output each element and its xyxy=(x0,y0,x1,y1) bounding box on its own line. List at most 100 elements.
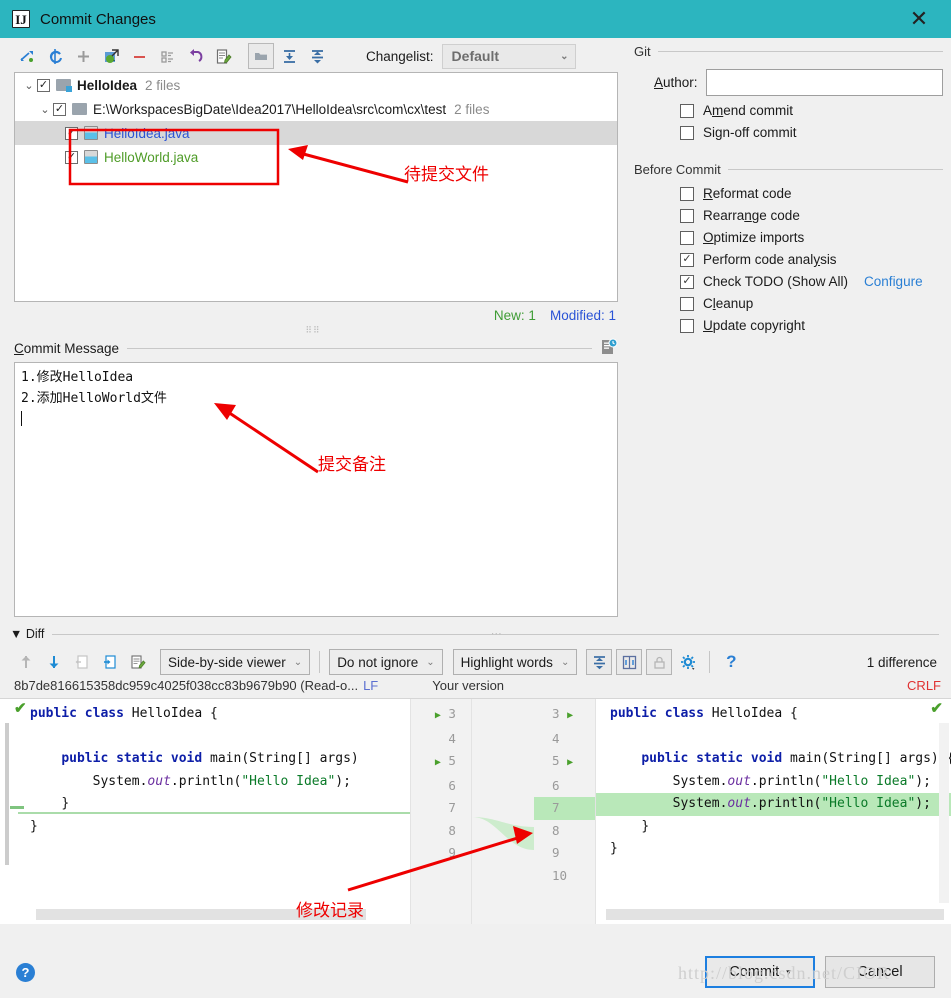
revert-icon[interactable] xyxy=(182,43,208,69)
splitter-handle[interactable]: ⠿⠿ xyxy=(0,323,626,337)
update-copyright-checkbox[interactable] xyxy=(680,318,694,333)
perform-code-analysis-checkbox[interactable] xyxy=(680,252,694,267)
line-number-row: 5 ▶ xyxy=(534,750,595,775)
perform-code-analysis-row[interactable]: Perform code analysis xyxy=(634,245,951,267)
ignore-mode-select[interactable]: Do not ignore ⌄ xyxy=(329,649,443,675)
left-column: Changelist: Default ⌄ ⌄ HelloIdea 2 file… xyxy=(0,38,626,617)
tree-row-count: 2 files xyxy=(145,77,181,93)
left-line-separator[interactable]: LF xyxy=(363,678,378,693)
reformat-code-row[interactable]: Reformat code xyxy=(634,177,951,201)
amend-commit-checkbox[interactable] xyxy=(680,103,694,118)
signoff-commit-checkbox[interactable] xyxy=(680,125,694,140)
right-line-number-gutter: 3 ▶ 4 5 ▶ 6 7 8 9 10 xyxy=(534,699,596,924)
viewer-mode-select[interactable]: Side-by-side viewer ⌄ xyxy=(160,649,311,675)
difference-count: 1 difference xyxy=(866,654,937,670)
cleanup-row[interactable]: Cleanup xyxy=(634,289,951,311)
git-group: Git Author: Amend commit Sign-off commit xyxy=(634,44,951,140)
line-number: 7 xyxy=(552,800,560,815)
cleanup-checkbox[interactable] xyxy=(680,296,694,311)
left-change-underline xyxy=(18,812,410,814)
update-copyright-row[interactable]: Update copyright xyxy=(634,311,951,333)
before-commit-title: Before Commit xyxy=(634,162,721,177)
move-to-changelist-icon[interactable] xyxy=(98,43,124,69)
code-token: HelloIdea { xyxy=(711,706,798,721)
commit-message-input[interactable]: 1.修改HelloIdea 2.添加HelloWorld文件 xyxy=(14,362,618,617)
collapse-triangle-icon[interactable]: ▼ xyxy=(10,627,22,641)
divider xyxy=(657,51,943,52)
tree-row-file-helloidea[interactable]: HelloIdea.java xyxy=(15,121,617,145)
right-line-separator[interactable]: CRLF xyxy=(907,678,941,693)
left-change-bar xyxy=(5,723,9,865)
tree-checkbox[interactable] xyxy=(37,78,50,92)
delete-icon[interactable] xyxy=(126,43,152,69)
previous-difference-icon[interactable] xyxy=(14,650,38,674)
configure-todo-link[interactable]: Configure xyxy=(864,274,923,289)
before-commit-group: Before Commit Reformat code Rearrange co… xyxy=(634,162,951,333)
tree-row-module[interactable]: ⌄ HelloIdea 2 files xyxy=(15,73,617,97)
help-icon[interactable]: ? xyxy=(16,962,35,982)
tree-checkbox[interactable] xyxy=(65,150,78,164)
run-gutter-icon[interactable]: ▶ xyxy=(435,710,441,721)
reformat-code-checkbox[interactable] xyxy=(680,186,694,201)
diff-section-header[interactable]: ▼ Diff xyxy=(0,625,951,643)
group-by-icon[interactable] xyxy=(154,43,180,69)
signoff-commit-row[interactable]: Sign-off commit xyxy=(634,118,951,140)
changelist-select[interactable]: Default ⌄ xyxy=(441,43,576,69)
highlight-mode-select[interactable]: Highlight words ⌄ xyxy=(452,649,578,675)
chevron-down-icon[interactable]: ⌄ xyxy=(37,103,53,116)
right-vertical-scrollbar[interactable] xyxy=(939,723,949,903)
collapse-unchanged-icon[interactable] xyxy=(586,649,613,675)
line-number: 9 xyxy=(552,845,560,860)
group-by-directory-icon[interactable] xyxy=(248,43,274,69)
tree-row-file-helloworld[interactable]: HelloWorld.java xyxy=(15,145,617,169)
left-line-number-gutter: ▶ 3 4 ▶ 5 6 7 8 9 xyxy=(410,699,472,924)
show-diff-icon[interactable] xyxy=(14,43,40,69)
run-gutter-icon[interactable]: ▶ xyxy=(435,757,441,768)
expand-all-icon[interactable] xyxy=(276,43,302,69)
message-history-icon[interactable] xyxy=(600,338,618,359)
divider xyxy=(319,651,321,673)
optimize-imports-row[interactable]: Optimize imports xyxy=(634,223,951,245)
right-column: Git Author: Amend commit Sign-off commit xyxy=(626,38,951,617)
add-icon[interactable] xyxy=(70,43,96,69)
changed-files-tree[interactable]: ⌄ HelloIdea 2 files ⌄ E:\WorkspacesBigDa… xyxy=(14,72,618,302)
check-todo-row[interactable]: Check TODO (Show All) Configure xyxy=(634,267,951,289)
chevron-down-icon: ⌄ xyxy=(426,656,435,668)
append-right-icon[interactable] xyxy=(98,650,122,674)
lock-icon[interactable] xyxy=(646,649,673,675)
code-token: public static void xyxy=(641,751,783,766)
code-token: out xyxy=(147,773,171,789)
edit-source-icon[interactable] xyxy=(210,43,236,69)
changes-toolbar: Changelist: Default ⌄ xyxy=(0,38,626,72)
run-gutter-icon[interactable]: ▶ xyxy=(567,757,573,768)
close-icon[interactable]: ✕ xyxy=(897,0,941,38)
perform-code-analysis-label: Perform code analysis xyxy=(703,252,837,267)
rearrange-code-checkbox[interactable] xyxy=(680,208,694,223)
rearrange-code-row[interactable]: Rearrange code xyxy=(634,201,951,223)
tree-row-directory[interactable]: ⌄ E:\WorkspacesBigDate\Idea2017\HelloIde… xyxy=(15,97,617,121)
line-number-row: 6 xyxy=(534,775,595,798)
right-horizontal-scrollbar[interactable] xyxy=(606,909,944,920)
tree-checkbox[interactable] xyxy=(65,126,78,140)
edit-source-icon[interactable] xyxy=(126,650,150,674)
amend-commit-row[interactable]: Amend commit xyxy=(634,96,951,118)
diff-pane-left[interactable]: ✔ public class HelloIdea { public static… xyxy=(0,699,410,924)
commit-message-line-1: 1.修改HelloIdea xyxy=(21,370,134,385)
synchronize-scrolling-icon[interactable] xyxy=(616,649,643,675)
run-gutter-icon[interactable]: ▶ xyxy=(567,710,573,721)
author-input[interactable] xyxy=(705,69,943,96)
refresh-icon[interactable] xyxy=(42,43,68,69)
check-todo-checkbox[interactable] xyxy=(680,274,694,289)
line-number: 5 xyxy=(448,753,456,768)
tree-checkbox[interactable] xyxy=(53,102,66,116)
diff-pane-right[interactable]: ✔ public class HelloIdea { public static… xyxy=(596,699,951,924)
collapse-all-icon[interactable] xyxy=(304,43,330,69)
next-difference-icon[interactable] xyxy=(42,650,66,674)
optimize-imports-checkbox[interactable] xyxy=(680,230,694,245)
gear-icon[interactable] xyxy=(676,650,700,674)
chevron-down-icon[interactable]: ⌄ xyxy=(21,79,37,92)
accept-left-icon[interactable] xyxy=(70,650,94,674)
question-icon[interactable]: ? xyxy=(719,650,743,674)
top-region: Changelist: Default ⌄ ⌄ HelloIdea 2 file… xyxy=(0,38,951,617)
